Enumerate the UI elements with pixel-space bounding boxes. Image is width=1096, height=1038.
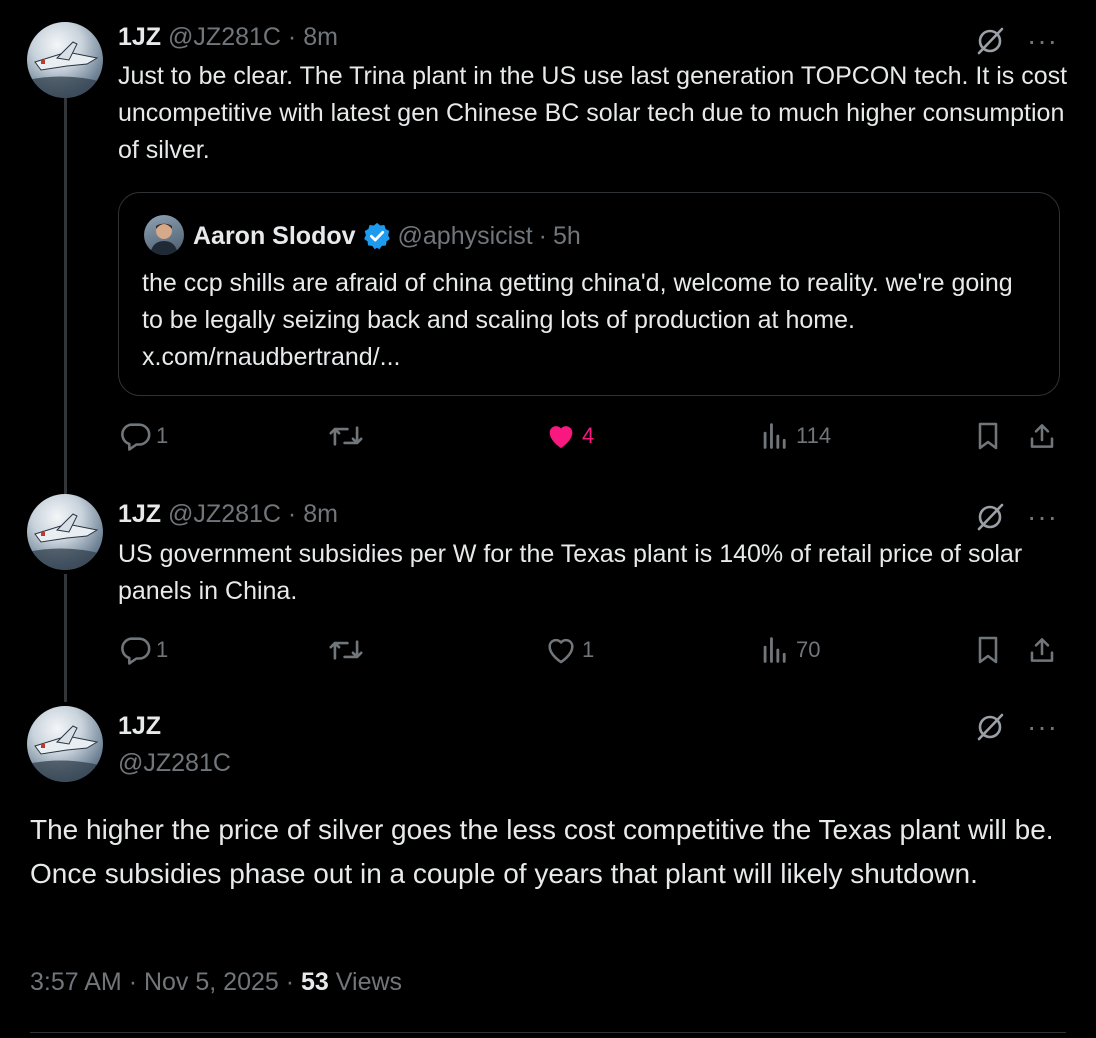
share-button[interactable]: [1026, 630, 1058, 670]
handle[interactable]: @JZ281C: [168, 500, 281, 528]
views-label: Views: [335, 968, 403, 996]
post-date[interactable]: Nov 5, 2025: [144, 968, 279, 996]
timestamp[interactable]: 8m: [303, 23, 338, 51]
post-time[interactable]: 3:57 AM: [30, 968, 122, 996]
share-button[interactable]: [1026, 416, 1058, 456]
reply-button[interactable]: 1: [118, 416, 168, 456]
avatar-image: [27, 41, 103, 98]
views-icon: [763, 637, 786, 663]
share-icon: [1030, 424, 1054, 448]
avatar-image: [27, 725, 103, 782]
bookmark-button[interactable]: [972, 416, 1004, 456]
separator: ·: [287, 500, 297, 528]
reply-icon: [121, 423, 151, 451]
tweet-header: 1JZ @JZ281C · 8m: [118, 22, 338, 52]
quote-handle[interactable]: @aphysicist: [398, 221, 533, 251]
repost-icon: [329, 426, 363, 446]
tweet-top-icons: ···: [975, 712, 1058, 742]
reply-count: 1: [156, 637, 169, 662]
main-tweet-text: The higher the price of silver goes the …: [30, 814, 1054, 889]
more-icon[interactable]: ···: [1027, 27, 1058, 55]
tweet-top-icons: ···: [975, 502, 1058, 532]
like-button[interactable]: 1: [544, 630, 594, 670]
separator: ·: [287, 23, 297, 51]
display-name[interactable]: 1JZ: [118, 712, 161, 740]
like-button[interactable]: 4: [544, 416, 594, 456]
like-count: 1: [582, 637, 595, 662]
tweet-meta: 3:57 AM · Nov 5, 2025 · 53 Views: [30, 968, 402, 997]
grok-icon[interactable]: [975, 26, 1005, 56]
quoted-tweet[interactable]: Aaron Slodov @aphysicist · 5h the ccp sh…: [118, 192, 1060, 396]
verified-badge-icon: [363, 222, 390, 250]
display-name[interactable]: 1JZ: [118, 500, 161, 528]
more-icon[interactable]: ···: [1027, 713, 1058, 741]
bookmark-icon: [978, 422, 998, 450]
main-handle-row: @JZ281C: [118, 748, 231, 778]
action-bar: 1 4 114: [118, 416, 1060, 456]
thread-line: [64, 98, 67, 494]
like-icon: [548, 638, 574, 664]
tweet-text: Just to be clear. The Trina plant in the…: [118, 62, 1068, 164]
reply-count: 1: [156, 423, 169, 448]
repost-button[interactable]: [328, 416, 364, 456]
views-count: 53: [301, 968, 329, 996]
divider: [30, 1032, 1066, 1033]
quote-timestamp[interactable]: 5h: [553, 221, 581, 251]
tweet-text: US government subsidies per W for the Te…: [118, 540, 1023, 605]
separator: ·: [538, 222, 547, 250]
timestamp[interactable]: 8m: [303, 500, 338, 528]
separator: ·: [285, 968, 295, 996]
avatar[interactable]: [27, 706, 103, 782]
like-count: 4: [582, 423, 595, 448]
quote-avatar[interactable]: [144, 215, 184, 255]
main-display-name[interactable]: 1JZ: [118, 711, 161, 741]
views-count: 70: [796, 637, 821, 662]
repost-icon: [329, 640, 363, 660]
views-button[interactable]: 114: [758, 416, 831, 456]
views-button[interactable]: 70: [758, 630, 820, 670]
quote-display-name[interactable]: Aaron Slodov: [193, 221, 356, 251]
action-bar: 1 1 70: [118, 630, 1060, 670]
repost-button[interactable]: [328, 630, 364, 670]
views-icon: [763, 423, 786, 449]
more-icon[interactable]: ···: [1027, 503, 1058, 531]
views-count: 114: [796, 423, 832, 448]
avatar[interactable]: [27, 494, 103, 570]
quote-header: Aaron Slodov @aphysicist · 5h: [193, 221, 581, 251]
bookmark-button[interactable]: [972, 630, 1004, 670]
quote-text: the ccp shills are afraid of china getti…: [142, 269, 1013, 371]
grok-icon[interactable]: [975, 712, 1005, 742]
avatar-image: [27, 513, 103, 570]
reply-button[interactable]: 1: [118, 630, 168, 670]
display-name[interactable]: 1JZ: [118, 23, 161, 51]
thread-line: [64, 574, 67, 702]
like-icon: [549, 426, 573, 449]
share-icon: [1030, 638, 1054, 662]
reply-icon: [121, 637, 151, 665]
handle[interactable]: @JZ281C: [118, 749, 231, 777]
grok-icon[interactable]: [975, 502, 1005, 532]
separator: ·: [128, 968, 138, 996]
quote-avatar-image: [150, 223, 178, 255]
avatar[interactable]: [27, 22, 103, 98]
bookmark-icon: [978, 636, 998, 664]
handle[interactable]: @JZ281C: [168, 23, 281, 51]
tweet-header: 1JZ @JZ281C · 8m: [118, 499, 338, 529]
tweet-top-icons: ···: [975, 26, 1058, 56]
